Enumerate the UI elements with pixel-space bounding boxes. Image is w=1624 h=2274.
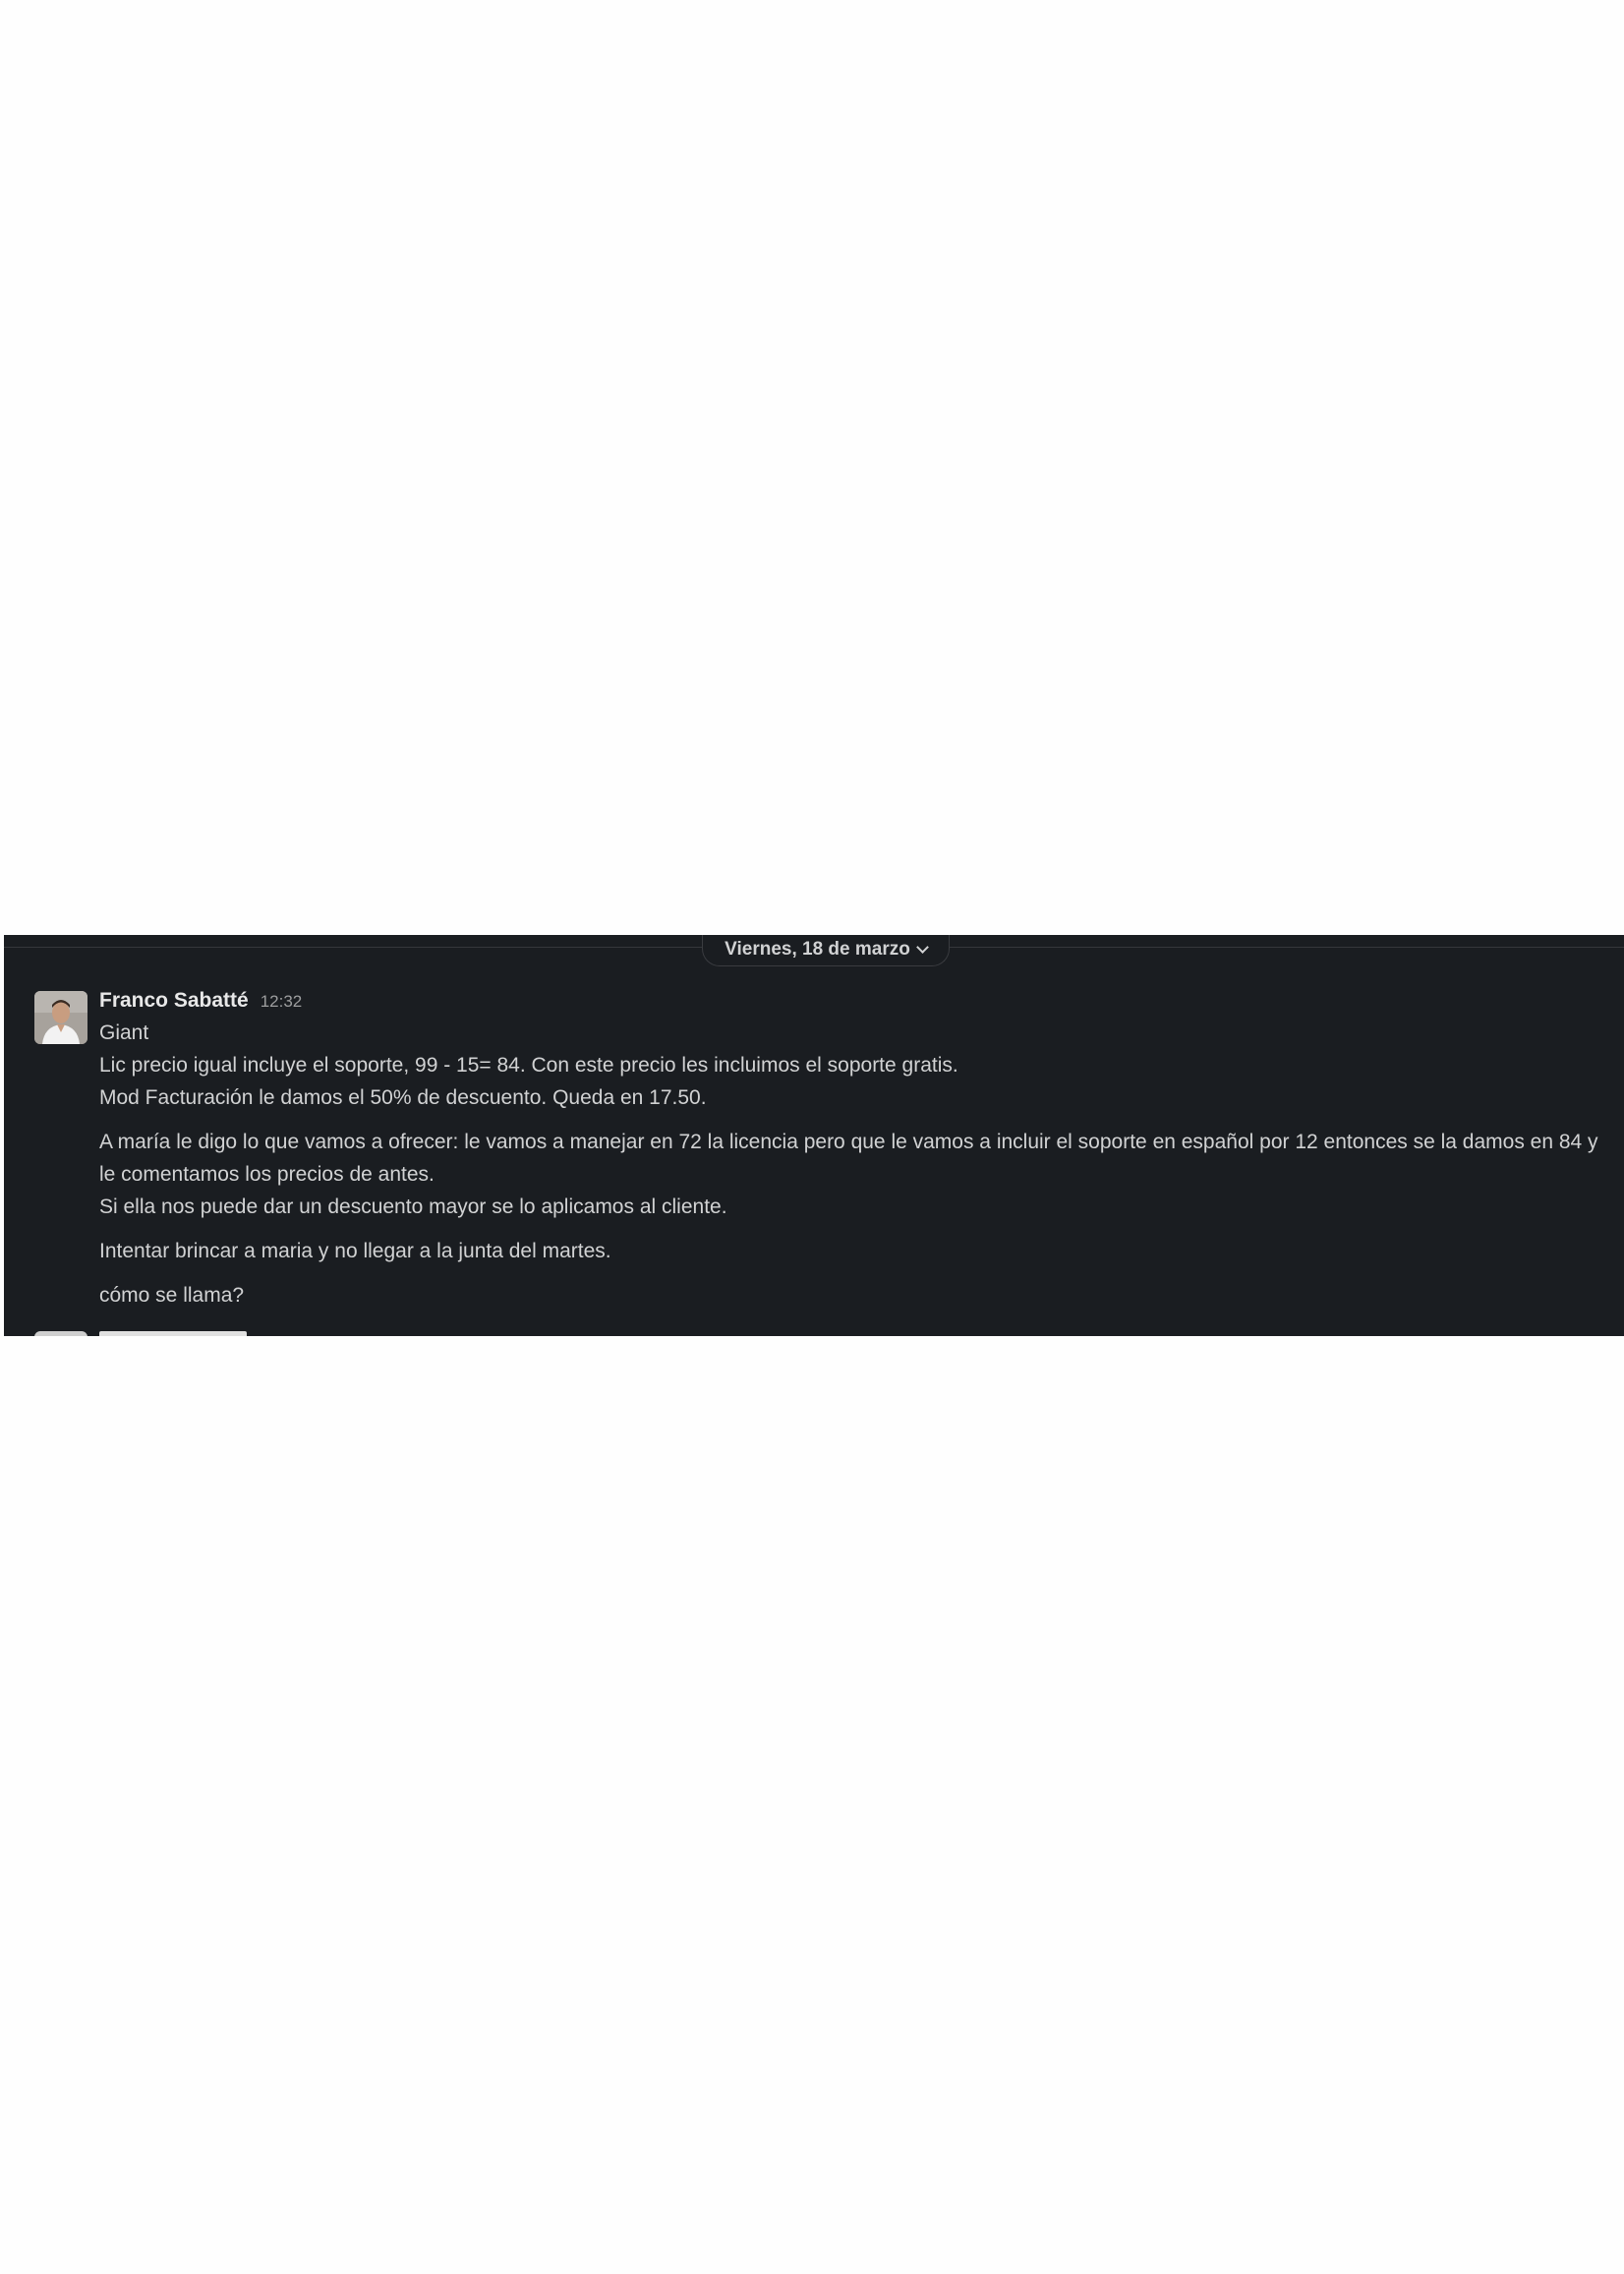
message-line: A maría le digo lo que vamos a ofrecer: …: [99, 1131, 1598, 1186]
message-line: Lic precio igual incluye el soporte, 99 …: [99, 1054, 958, 1077]
user-photo-icon: [34, 991, 87, 1044]
next-message-avatar[interactable]: [34, 1331, 87, 1336]
message-line: Giant: [99, 1021, 149, 1044]
message-author[interactable]: Franco Sabatté: [99, 984, 249, 1017]
message-paragraph: cómo se llama?: [99, 1284, 245, 1307]
date-divider-label: Viernes, 18 de marzo: [725, 938, 910, 960]
message-header: Franco Sabatté 12:32: [99, 984, 1613, 1017]
message-line: Mod Facturación le damos el 50% de descu…: [99, 1086, 707, 1109]
chat-panel: Viernes, 18 de marzo Franco Sabatté 12:3…: [4, 935, 1624, 1336]
date-divider-button[interactable]: Viernes, 18 de marzo: [702, 935, 950, 966]
message-line: Si ella nos puede dar un descuento mayor…: [99, 1195, 727, 1218]
chevron-down-icon: [915, 940, 929, 954]
message-paragraph: Intentar brincar a maria y no llegar a l…: [99, 1240, 611, 1262]
message: Franco Sabatté 12:32 Giant Lic precio ig…: [99, 984, 1613, 1312]
message-timestamp[interactable]: 12:32: [261, 985, 303, 1018]
message-paragraph: A maría le digo lo que vamos a ofrecer: …: [99, 1126, 1613, 1223]
avatar[interactable]: [34, 991, 87, 1044]
next-message-author[interactable]: [99, 1327, 247, 1336]
